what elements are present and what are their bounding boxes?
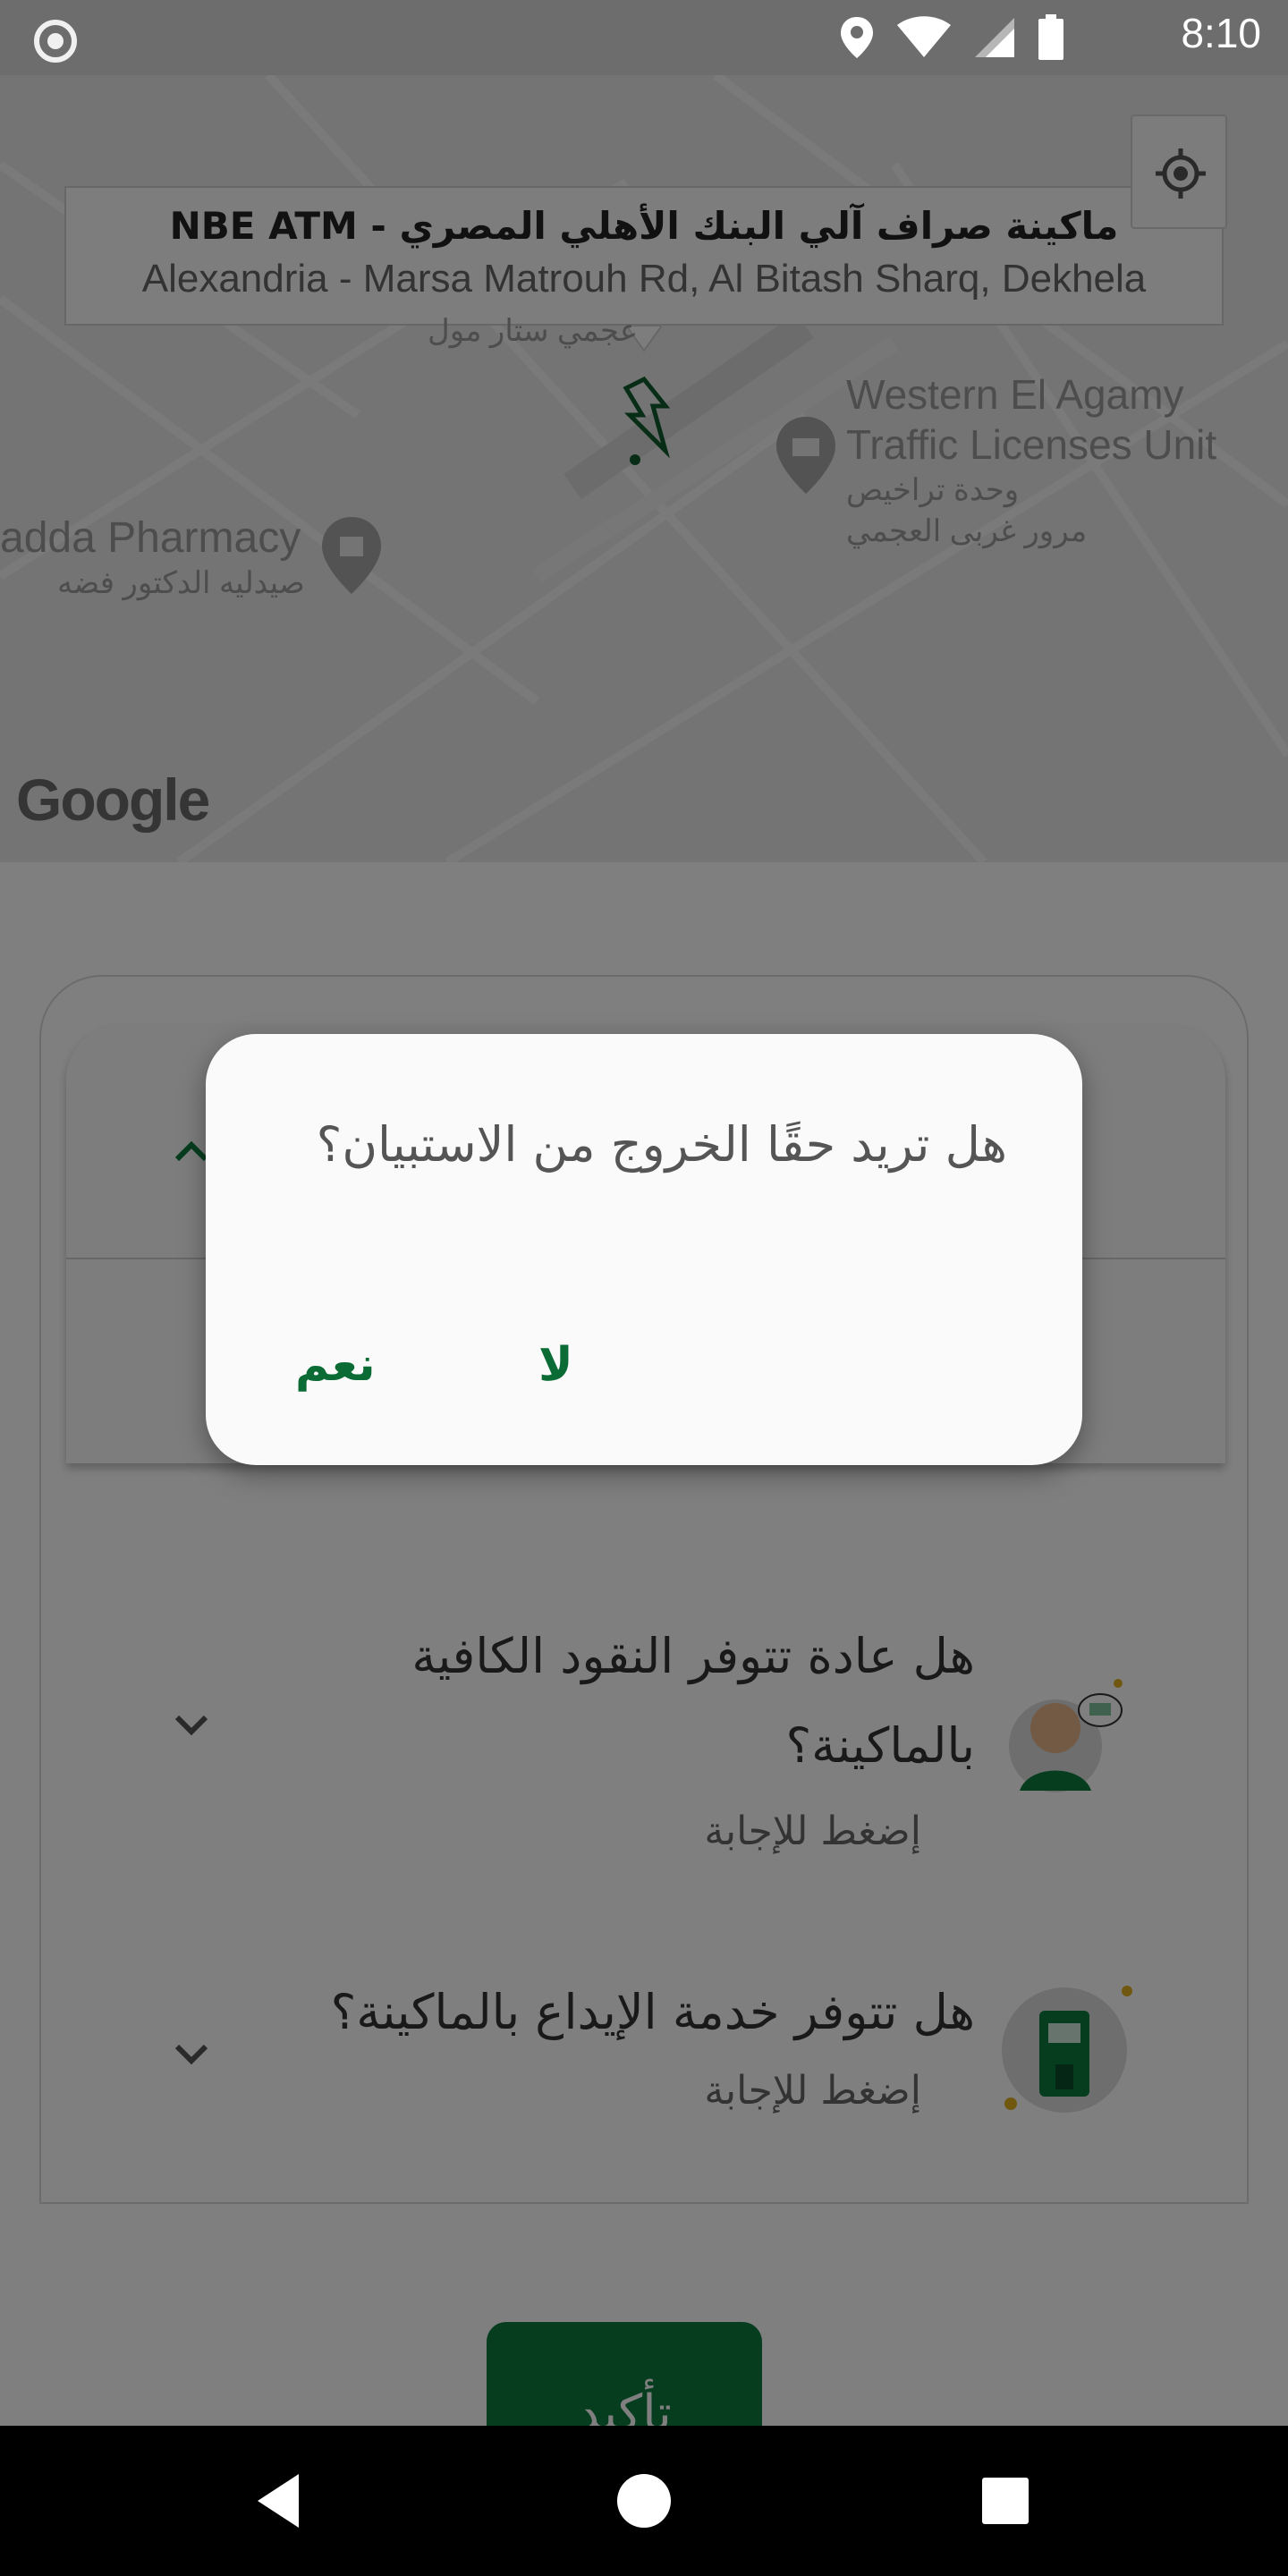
battery-icon	[1038, 14, 1063, 60]
location-icon	[841, 17, 873, 58]
yes-button[interactable]: نعم	[295, 1338, 376, 1392]
navigation-bar	[0, 2426, 1288, 2576]
wifi-icon	[897, 16, 951, 57]
no-button[interactable]: لا	[538, 1338, 573, 1392]
signal-icon	[975, 18, 1014, 57]
clock: 8:10	[1181, 10, 1261, 56]
dialog-message: هل تريد حقًا الخروج من الاستبيان؟	[316, 1116, 1007, 1173]
status-icons	[839, 14, 1064, 61]
status-bar: 8:10	[0, 0, 1288, 75]
exit-survey-dialog: هل تريد حقًا الخروج من الاستبيان؟ لا نعم	[206, 1034, 1082, 1465]
recents-icon[interactable]	[970, 2465, 1041, 2537]
screen-record-icon	[34, 20, 77, 63]
back-icon[interactable]	[247, 2465, 318, 2537]
home-icon[interactable]	[608, 2465, 680, 2537]
